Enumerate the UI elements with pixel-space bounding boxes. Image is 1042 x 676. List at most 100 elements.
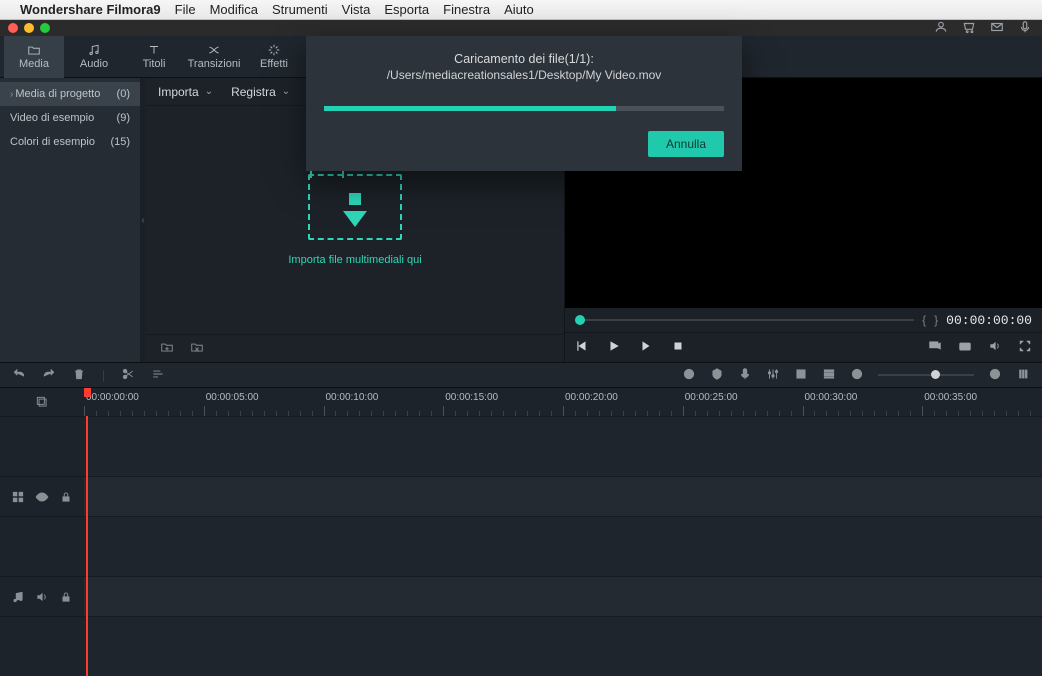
menu-finestra[interactable]: Finestra: [443, 2, 490, 17]
edit-tools-icon[interactable]: [151, 367, 165, 384]
grid-icon[interactable]: [11, 490, 25, 504]
menu-modifica[interactable]: Modifica: [210, 2, 258, 17]
prev-frame-button[interactable]: [575, 339, 589, 356]
delete-folder-icon[interactable]: [188, 340, 206, 357]
render-preview-icon[interactable]: [928, 339, 942, 356]
render-icon[interactable]: [682, 367, 696, 384]
zoom-out-icon[interactable]: [850, 367, 864, 384]
volume-icon[interactable]: [988, 339, 1002, 356]
preview-playbar: [565, 332, 1042, 362]
play-button[interactable]: [607, 339, 621, 356]
record-dropdown[interactable]: Registra ⌄: [231, 85, 290, 99]
playhead-line[interactable]: [86, 416, 88, 676]
mac-menubar: Wondershare Filmora9 File Modifica Strum…: [0, 0, 1042, 20]
tab-label: Titoli: [143, 58, 166, 70]
lock-icon[interactable]: [59, 590, 73, 604]
track-manager-icon[interactable]: [822, 367, 836, 384]
dialog-path: /Users/mediacreationsales1/Desktop/My Vi…: [324, 68, 724, 82]
mail-icon[interactable]: [990, 20, 1004, 37]
ruler-time-label: 00:00:20:00: [565, 392, 618, 403]
category-label: Media di progetto: [15, 88, 100, 100]
category-media-di-progetto[interactable]: ›Media di progetto (0): [0, 82, 140, 106]
split-icon[interactable]: [121, 367, 135, 384]
zoom-window-button[interactable]: [40, 23, 50, 33]
stop-button[interactable]: [671, 339, 685, 356]
scrubber-bar: { } 00:00:00:00: [565, 308, 1042, 332]
ruler-time-label: 00:00:25:00: [685, 392, 738, 403]
track-row[interactable]: [84, 576, 1042, 616]
crop-icon[interactable]: [794, 367, 808, 384]
eye-icon[interactable]: [35, 490, 49, 504]
menu-esporta[interactable]: Esporta: [384, 2, 429, 17]
zoom-handle[interactable]: [931, 370, 940, 379]
category-label: Video di esempio: [10, 112, 94, 124]
tab-effetti[interactable]: Effetti: [244, 36, 304, 78]
dialog-title: Caricamento dei file(1/1):: [324, 52, 724, 66]
audio-track-controls[interactable]: [0, 576, 84, 616]
tab-transizioni[interactable]: Transizioni: [184, 36, 244, 78]
extra-track-spacer: [0, 616, 84, 676]
media-categories-panel: ›Media di progetto (0) Video di esempio …: [0, 78, 140, 362]
zoom-in-icon[interactable]: [988, 367, 1002, 384]
zoom-fit-icon[interactable]: [1016, 367, 1030, 384]
snapshot-icon[interactable]: [958, 339, 972, 356]
tab-label: Effetti: [260, 58, 288, 70]
redo-icon[interactable]: [42, 367, 56, 384]
tab-label: Audio: [80, 58, 108, 70]
cart-icon[interactable]: [962, 20, 976, 37]
ruler-time-label: 00:00:10:00: [326, 392, 379, 403]
menu-vista[interactable]: Vista: [342, 2, 371, 17]
timeline-tracks[interactable]: [84, 416, 1042, 676]
timeline-ruler[interactable]: 00:00:00:0000:00:05:0000:00:10:0000:00:1…: [84, 388, 1042, 416]
mic-icon[interactable]: [1018, 20, 1032, 37]
user-icon[interactable]: [934, 20, 948, 37]
scrubber-time: 00:00:00:00: [946, 313, 1032, 328]
tab-label: Transizioni: [188, 58, 241, 70]
tracks-gutter: [0, 416, 84, 676]
lock-icon[interactable]: [59, 490, 73, 504]
tab-label: Media: [19, 58, 49, 70]
scrub-mark-out-icon[interactable]: }: [934, 313, 938, 327]
category-count: (15): [110, 136, 130, 148]
mixer-icon[interactable]: [766, 367, 780, 384]
scrubber-track[interactable]: [575, 319, 914, 321]
category-colori-di-esempio[interactable]: Colori di esempio (15): [0, 130, 140, 154]
video-track-header[interactable]: [0, 416, 84, 476]
volume-icon[interactable]: [35, 590, 49, 604]
multilayer-icon[interactable]: [34, 395, 50, 409]
app-name[interactable]: Wondershare Filmora9: [20, 2, 161, 17]
tab-titoli[interactable]: Titoli: [124, 36, 184, 78]
new-folder-icon[interactable]: [158, 340, 176, 357]
import-dropdown[interactable]: Importa ⌄: [158, 85, 213, 99]
dropzone-label: Importa file multimediali qui: [288, 254, 421, 266]
undo-icon[interactable]: [12, 367, 26, 384]
marker-icon[interactable]: [710, 367, 724, 384]
minimize-window-button[interactable]: [24, 23, 34, 33]
next-frame-button[interactable]: [639, 339, 653, 356]
delete-icon[interactable]: [72, 367, 86, 384]
track-row[interactable]: [84, 476, 1042, 516]
chevron-down-icon: ⌄: [282, 86, 290, 97]
video-track-controls[interactable]: [0, 476, 84, 516]
progress-bar: [324, 106, 724, 111]
track-row[interactable]: [84, 416, 1042, 476]
import-label: Importa: [158, 85, 199, 99]
voiceover-icon[interactable]: [738, 367, 752, 384]
zoom-slider[interactable]: [878, 374, 974, 376]
scrub-mark-in-icon[interactable]: {: [922, 313, 926, 327]
track-row[interactable]: [84, 616, 1042, 676]
category-video-di-esempio[interactable]: Video di esempio (9): [0, 106, 140, 130]
scrubber-handle[interactable]: [575, 315, 585, 325]
fullscreen-icon[interactable]: [1018, 339, 1032, 356]
cancel-button[interactable]: Annulla: [648, 131, 724, 157]
menu-aiuto[interactable]: Aiuto: [504, 2, 534, 17]
menu-file[interactable]: File: [175, 2, 196, 17]
music-icon[interactable]: [11, 590, 25, 604]
chevron-down-icon: ⌄: [205, 86, 213, 97]
tab-media[interactable]: Media: [4, 36, 64, 78]
tab-audio[interactable]: Audio: [64, 36, 124, 78]
folder-import-icon: [308, 174, 402, 240]
menu-strumenti[interactable]: Strumenti: [272, 2, 328, 17]
track-row[interactable]: [84, 516, 1042, 576]
close-window-button[interactable]: [8, 23, 18, 33]
